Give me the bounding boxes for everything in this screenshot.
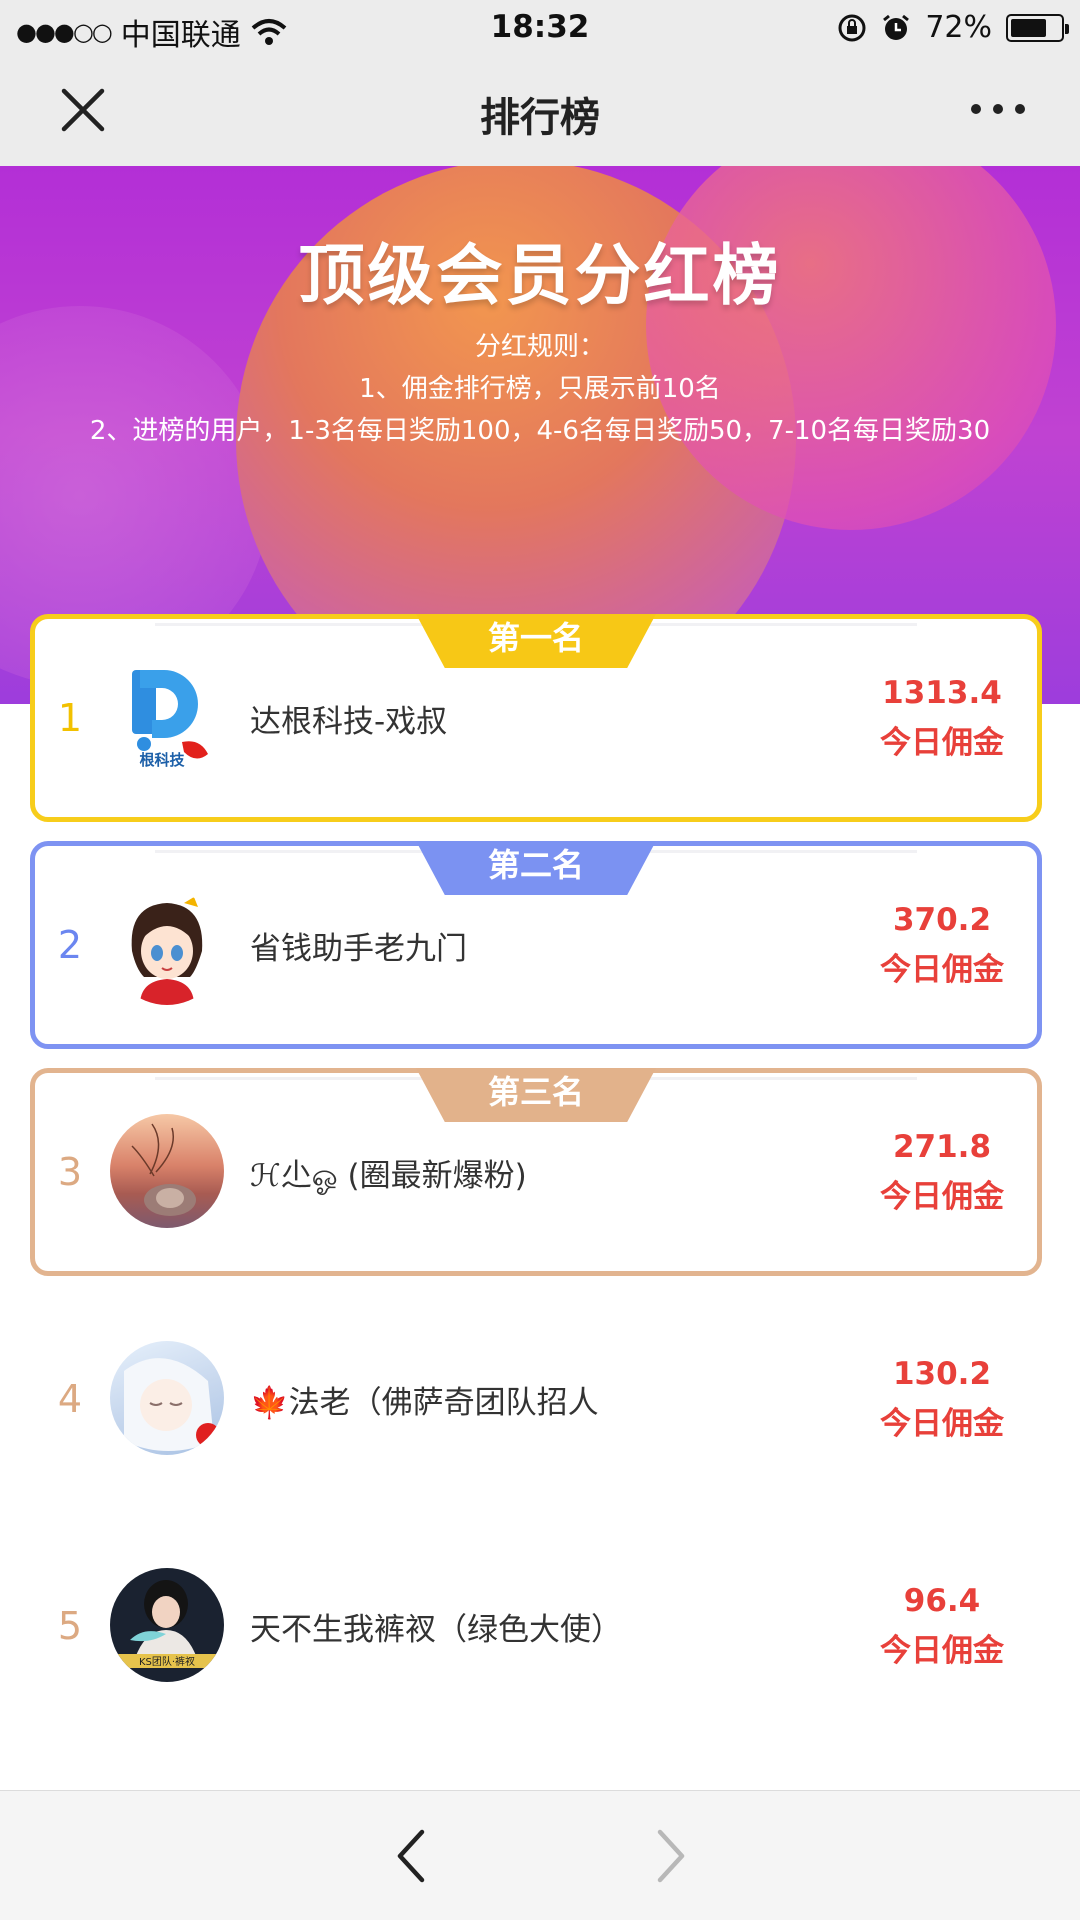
page-title: 排行榜: [480, 95, 600, 141]
status-bar: ●●●○○ 中国联通 18:32 72%: [0, 0, 1080, 55]
amount-label: 今日佣金: [880, 1406, 1004, 1442]
avatar: [110, 1114, 224, 1228]
battery-percent: 72%: [925, 10, 992, 45]
list-item[interactable]: 2 省钱助手老九门 370.2 今日佣金: [0, 841, 1080, 1049]
rank-number: 5: [57, 1604, 83, 1648]
rotation-lock-icon: [838, 14, 866, 41]
chevron-left-icon[interactable]: [386, 1826, 436, 1886]
amount-value: 370.2: [892, 902, 992, 938]
amount-label: 今日佣金: [880, 1633, 1004, 1669]
company-logo: 根科技: [132, 670, 208, 769]
commission-amount: 130.2 今日佣金: [862, 1349, 1022, 1449]
banner-title: 顶级会员分红榜: [298, 237, 782, 314]
amount-value: 1313.4: [882, 675, 1002, 711]
amount-value: 271.8: [892, 1129, 992, 1165]
amount-label: 今日佣金: [880, 725, 1004, 761]
battery-fill: [1011, 18, 1046, 37]
list-item[interactable]: 3 ℋ尐ஓ (圈最新爆粉) 271.8 今日佣金: [0, 1068, 1080, 1276]
avatar: 根科技: [110, 664, 224, 778]
list-item[interactable]: 4 🍁法老（佛萨奇团队招人 130.2 今日佣金: [0, 1295, 1080, 1503]
browser-toolbar: [0, 1790, 1080, 1920]
commission-amount: 96.4 今日佣金: [862, 1576, 1022, 1676]
rules-text: 分红规则： 1、佣金排行榜，只展示前10名 2、进榜的用户，1-3名每日奖励10…: [0, 326, 1080, 452]
battery-icon: [1006, 13, 1069, 42]
commission-amount: 271.8 今日佣金: [862, 1122, 1022, 1222]
user-name: 天不生我裤衩（绿色大使）: [250, 1612, 622, 1648]
rank-number: 4: [57, 1377, 83, 1421]
rules-heading: 分红规则：: [474, 332, 605, 362]
rule-item: 2、进榜的用户，1-3名每日奖励100，4-6名每日奖励50，7-10名每日奖励…: [89, 416, 991, 446]
amount-value: 130.2: [892, 1356, 992, 1392]
amount-label: 今日佣金: [880, 1179, 1004, 1215]
rank-number: 1: [57, 696, 83, 740]
alarm-icon: [883, 14, 910, 40]
amount-value: 96.4: [903, 1583, 981, 1619]
user-name: ℋ尐ஓ (圈最新爆粉): [250, 1158, 527, 1194]
avatar-photo: KS团队·裤衩: [110, 1580, 224, 1668]
more-icon[interactable]: [968, 99, 1028, 119]
avatar-illustration: [124, 1358, 220, 1451]
chevron-right-icon[interactable]: [646, 1826, 696, 1886]
user-name: 🍁法老（佛萨奇团队招人: [250, 1385, 599, 1421]
avatar-illustration: [131, 897, 203, 1005]
navigation-bar: 排行榜: [0, 55, 1080, 166]
logo-text: 根科技: [139, 751, 185, 769]
list-item[interactable]: 1 根科技 达根科技-戏叔 1313.4 今日佣金: [0, 614, 1080, 822]
user-name: 省钱助手老九门: [250, 931, 467, 967]
list-item[interactable]: 5 KS团队·裤衩 天不生我裤衩（绿色大使） 96.4 今日佣金: [0, 1522, 1080, 1730]
avatar: [110, 891, 224, 1005]
avatar-photo: [131, 1123, 196, 1216]
commission-amount: 370.2 今日佣金: [862, 895, 1022, 995]
rank-number: 2: [57, 923, 83, 967]
commission-amount: 1313.4 今日佣金: [862, 668, 1022, 768]
rule-item: 1、佣金排行榜，只展示前10名: [359, 374, 721, 404]
avatar-caption: KS团队·裤衩: [139, 1655, 195, 1668]
user-name: 达根科技-戏叔: [250, 704, 448, 740]
status-right: 72%: [837, 10, 1069, 45]
avatar: KS团队·裤衩: [110, 1568, 224, 1682]
avatar: [110, 1341, 224, 1455]
rank-number: 3: [57, 1150, 83, 1194]
amount-label: 今日佣金: [880, 952, 1004, 988]
